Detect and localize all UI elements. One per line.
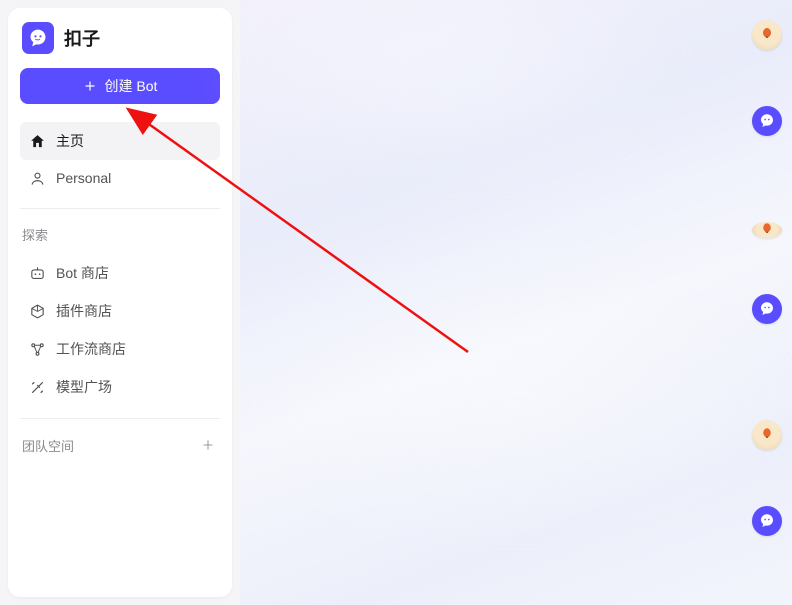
nav-item-label: Personal	[56, 170, 111, 186]
rail-avatar-bot[interactable]	[752, 294, 782, 324]
explore-nav: Bot 商店 插件商店 工作流商店 模型广场	[20, 254, 220, 406]
sidebar: 扣子 创建 Bot 主页 Personal 探索 Bot 商店	[8, 8, 232, 597]
right-rail	[752, 20, 782, 536]
add-team-space-button[interactable]	[198, 435, 218, 455]
nav-item-label: 工作流商店	[56, 339, 126, 359]
balloon-icon	[758, 426, 776, 444]
model-plaza-icon	[28, 378, 46, 396]
explore-section-header: 探索	[20, 219, 220, 254]
rail-avatar-balloon[interactable]	[752, 420, 782, 450]
plus-icon	[83, 79, 97, 93]
nav-item-label: 模型广场	[56, 377, 112, 397]
create-bot-label: 创建 Bot	[105, 76, 158, 96]
app-logo-icon	[22, 22, 54, 54]
main-content	[240, 0, 792, 605]
balloon-icon	[758, 221, 776, 239]
chat-face-icon	[28, 28, 48, 48]
rail-avatar-balloon[interactable]	[752, 20, 782, 50]
plugin-store-icon	[28, 302, 46, 320]
divider	[20, 418, 220, 419]
rail-avatar-balloon[interactable]	[752, 222, 782, 238]
nav-item-bot-store[interactable]: Bot 商店	[20, 254, 220, 292]
workflow-store-icon	[28, 340, 46, 358]
nav-item-label: 主页	[56, 131, 84, 151]
logo-row: 扣子	[20, 22, 220, 68]
nav-item-home[interactable]: 主页	[20, 122, 220, 160]
team-space-section: 团队空间	[20, 429, 220, 465]
bot-store-icon	[28, 264, 46, 282]
nav-item-workflow-store[interactable]: 工作流商店	[20, 330, 220, 368]
team-space-header: 团队空间	[22, 436, 74, 455]
balloon-icon	[758, 26, 776, 44]
chat-face-icon	[758, 112, 776, 130]
plus-icon	[201, 438, 215, 452]
divider	[20, 208, 220, 209]
rail-avatar-bot[interactable]	[752, 106, 782, 136]
nav-item-personal[interactable]: Personal	[20, 160, 220, 196]
chat-face-icon	[758, 300, 776, 318]
nav-item-label: 插件商店	[56, 301, 112, 321]
nav-item-label: Bot 商店	[56, 263, 109, 283]
primary-nav: 主页 Personal	[20, 122, 220, 196]
create-bot-button[interactable]: 创建 Bot	[20, 68, 220, 104]
nav-item-plugin-store[interactable]: 插件商店	[20, 292, 220, 330]
nav-item-model-plaza[interactable]: 模型广场	[20, 368, 220, 406]
person-icon	[28, 169, 46, 187]
app-name: 扣子	[64, 25, 100, 51]
rail-avatar-bot[interactable]	[752, 506, 782, 536]
chat-face-icon	[758, 512, 776, 530]
home-icon	[28, 132, 46, 150]
